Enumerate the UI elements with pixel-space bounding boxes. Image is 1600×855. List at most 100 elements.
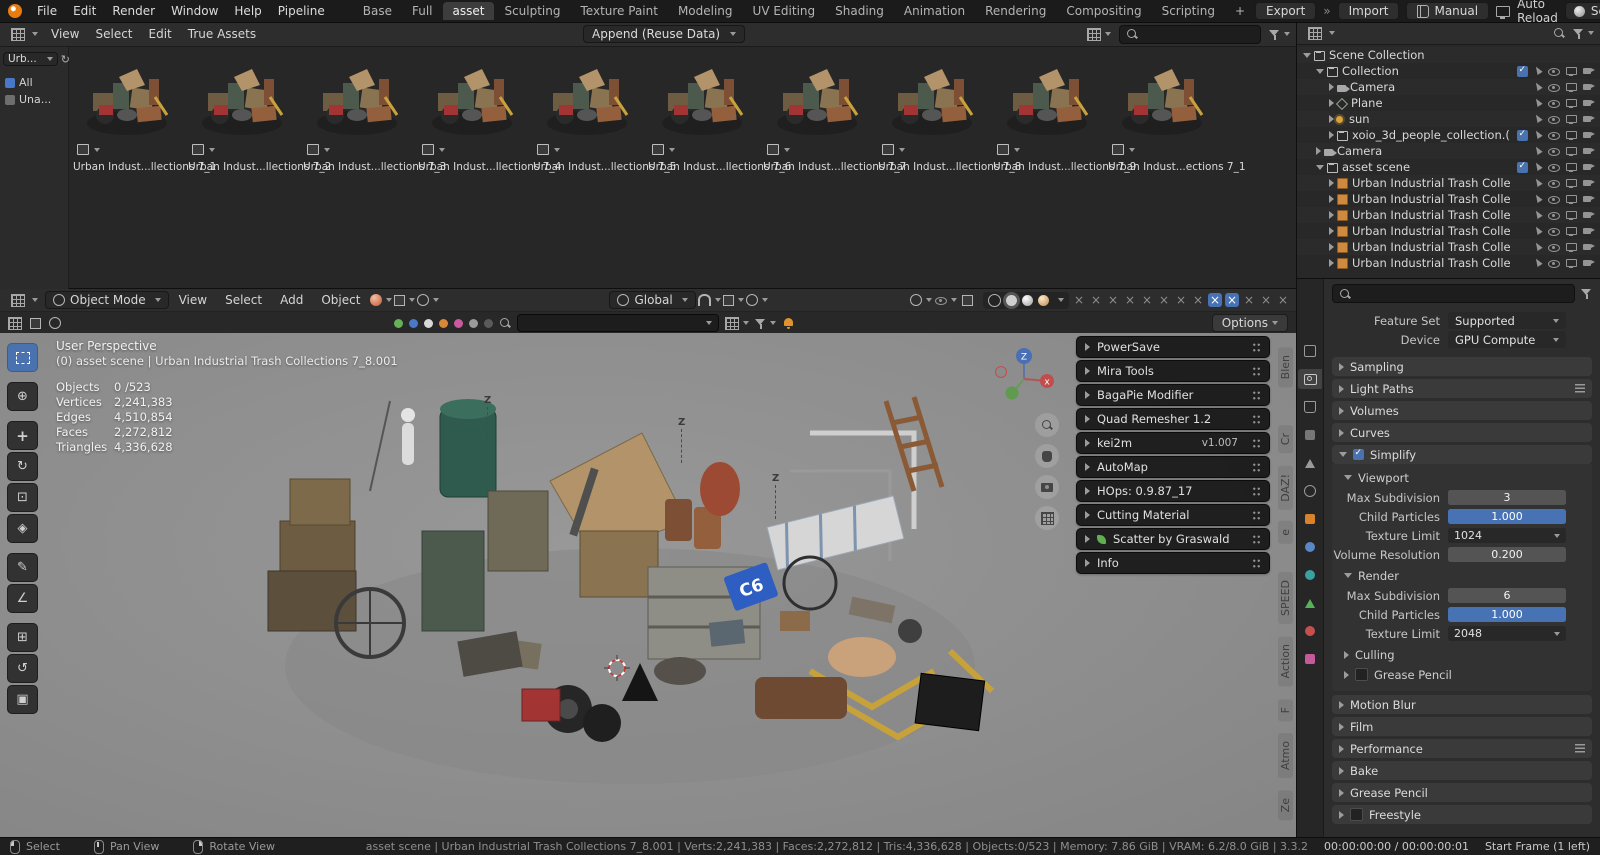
toggle-xray-button[interactable] <box>960 292 974 308</box>
pan-button[interactable] <box>1035 444 1059 468</box>
asset-thumbnail[interactable] <box>536 57 635 155</box>
editor-type-button[interactable] <box>6 27 43 42</box>
shading-dropdown-icon[interactable] <box>1058 298 1064 302</box>
workspace-tab-uv-editing[interactable]: UV Editing <box>743 2 826 20</box>
hide-viewport-icon[interactable] <box>1548 211 1560 220</box>
disable-viewport-icon[interactable] <box>1566 226 1577 236</box>
selectable-icon[interactable] <box>1534 210 1542 220</box>
viewport-texture-limit-dropdown[interactable]: 1024 <box>1448 528 1566 543</box>
menu-select[interactable]: Select <box>87 25 140 43</box>
disable-render-icon[interactable] <box>1583 131 1595 140</box>
search-icon[interactable] <box>499 317 511 329</box>
sidebar-tab[interactable]: Blen <box>1278 347 1293 388</box>
asset-item[interactable]: Urban Indust...llections 7_3 <box>303 57 446 173</box>
panel-grease-pencil[interactable]: Grease Pencil <box>1332 783 1592 802</box>
disable-viewport-icon[interactable] <box>1566 130 1577 140</box>
tab-tool[interactable] <box>1298 341 1322 361</box>
expand-icon[interactable] <box>1329 131 1334 139</box>
subpanel-grease-pencil[interactable]: Grease Pencil <box>1332 666 1592 683</box>
show-gizmos-dropdown[interactable] <box>910 292 932 308</box>
tab-object[interactable] <box>1298 509 1322 529</box>
asset-thumbnail[interactable] <box>306 57 405 155</box>
menu-select[interactable]: Select <box>217 291 270 309</box>
preset-icon[interactable] <box>1575 744 1585 753</box>
hide-viewport-icon[interactable] <box>1548 195 1560 204</box>
mode-transfer-dropdown[interactable] <box>370 292 393 308</box>
menu-window[interactable]: Window <box>163 2 226 20</box>
filter-dropdown[interactable] <box>755 315 776 331</box>
selectable-icon[interactable] <box>1534 82 1542 92</box>
exclude-checkbox[interactable] <box>1517 65 1528 77</box>
workspace-tab-sculpting[interactable]: Sculpting <box>494 2 570 20</box>
asset-collection-dropdown[interactable] <box>517 314 719 332</box>
sidebar-tab[interactable]: Ze <box>1278 789 1293 821</box>
asset-thumbnail[interactable] <box>651 57 750 155</box>
disable-render-icon[interactable] <box>1583 115 1595 124</box>
shading-material-button[interactable] <box>1022 294 1033 306</box>
sidebar-tab[interactable]: F <box>1278 698 1293 721</box>
expand-icon[interactable] <box>1316 68 1324 74</box>
tool-icon-box[interactable] <box>28 315 42 331</box>
asset-thumbnail[interactable] <box>191 57 290 155</box>
sidebar-tab[interactable]: Atmo <box>1278 732 1293 778</box>
selectable-icon[interactable] <box>1534 226 1542 236</box>
disable-render-icon[interactable] <box>1583 195 1595 204</box>
preset-icon[interactable] <box>1575 384 1585 393</box>
drag-handle-icon[interactable] <box>1252 365 1261 377</box>
expand-icon[interactable] <box>1329 195 1334 203</box>
menu-true-assets[interactable]: True Assets <box>180 25 264 43</box>
expand-icon[interactable] <box>1329 83 1334 91</box>
list-display-dropdown[interactable] <box>725 315 749 331</box>
panel-quad-remesher[interactable]: Quad Remesher 1.2 <box>1076 408 1270 430</box>
panel-performance[interactable]: Performance <box>1332 739 1592 758</box>
panel-film[interactable]: Film <box>1332 717 1592 736</box>
display-mode-icon[interactable] <box>1496 3 1511 19</box>
addon-toggle-icon[interactable] <box>1276 293 1290 307</box>
menu-edit[interactable]: Edit <box>65 2 104 20</box>
addon-toggle-icon[interactable] <box>1089 293 1103 307</box>
zoom-button[interactable] <box>1035 413 1059 437</box>
camera-view-button[interactable] <box>1035 475 1059 499</box>
asset-badge[interactable] <box>306 144 330 155</box>
workspace-tab-full[interactable]: Full <box>402 2 443 20</box>
asset-item[interactable]: Urban Indust...llections 7_6 <box>648 57 791 173</box>
properties-filter-icon[interactable] <box>1581 288 1592 299</box>
tab-scene[interactable] <box>1298 453 1322 473</box>
outliner-row-trash-collection[interactable]: Urban Industrial Trash Colle <box>1297 175 1600 191</box>
device-dropdown[interactable]: GPU Compute <box>1448 331 1566 348</box>
tool-icon-overlap[interactable] <box>48 315 62 331</box>
hide-viewport-icon[interactable] <box>1548 99 1560 108</box>
asset-badge[interactable] <box>191 144 215 155</box>
outliner-row-collection[interactable]: Collection <box>1297 63 1600 79</box>
asset-badge[interactable] <box>766 144 790 155</box>
workspace-tab-asset[interactable]: asset <box>442 2 495 20</box>
selectable-icon[interactable] <box>1534 242 1542 252</box>
disable-viewport-icon[interactable] <box>1566 242 1577 252</box>
asset-item[interactable]: Urban Indust...llections 7_5 <box>533 57 676 173</box>
editor-type-button[interactable] <box>1303 26 1340 41</box>
menu-edit[interactable]: Edit <box>141 25 180 43</box>
exclude-checkbox[interactable] <box>1517 161 1528 173</box>
asset-badge[interactable] <box>1111 144 1135 155</box>
disable-viewport-icon[interactable] <box>1566 210 1577 220</box>
navigation-gizmo[interactable]: Z x <box>992 345 1056 409</box>
filter-dropdown[interactable] <box>1269 26 1290 42</box>
color-tag-dark[interactable] <box>484 318 493 328</box>
proportional-editing-dropdown[interactable] <box>745 292 768 308</box>
color-tag-pink[interactable] <box>454 318 463 328</box>
addon-toggle-icon[interactable] <box>1157 293 1171 307</box>
disable-render-icon[interactable] <box>1583 83 1595 92</box>
tool-rotate[interactable] <box>7 452 38 481</box>
catalog-all[interactable]: All <box>3 74 65 91</box>
menu-object[interactable]: Object <box>313 291 368 309</box>
viewport-canvas[interactable]: C6 Z Z Z User Perspective (0) asset scen… <box>0 333 1296 838</box>
properties-search-input[interactable] <box>1332 284 1575 303</box>
color-tag-blue[interactable] <box>409 318 418 328</box>
asset-thumbnail[interactable] <box>766 57 865 155</box>
asset-thumbnail[interactable] <box>421 57 520 155</box>
menu-file[interactable]: File <box>29 2 65 20</box>
workspace-tab-texture-paint[interactable]: Texture Paint <box>571 2 668 20</box>
hide-viewport-icon[interactable] <box>1548 179 1560 188</box>
tab-view-layer[interactable] <box>1298 425 1322 445</box>
display-size-dropdown[interactable] <box>1087 26 1111 42</box>
